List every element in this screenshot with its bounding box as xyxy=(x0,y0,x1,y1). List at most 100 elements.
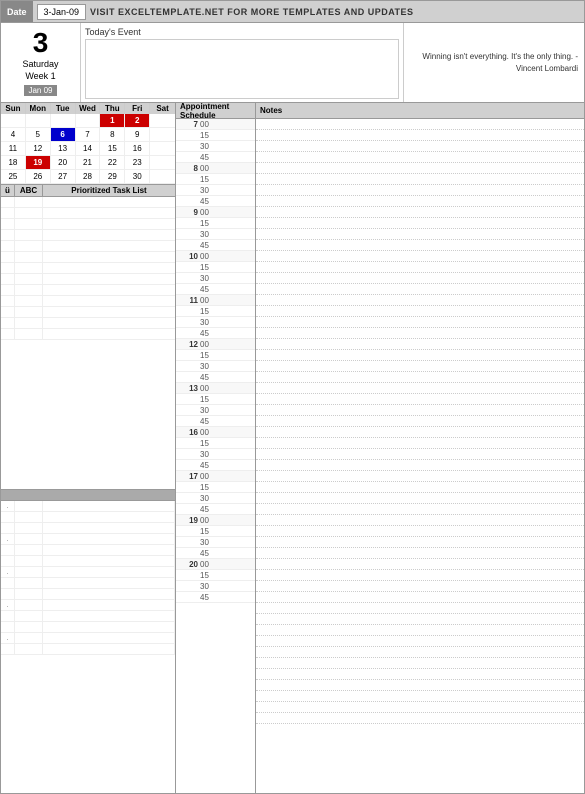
task-cell-lower[interactable]: . xyxy=(1,501,15,511)
task-cell-lower[interactable] xyxy=(43,534,175,544)
task-cell-lower[interactable] xyxy=(15,611,43,621)
cal-day-cell[interactable]: 28 xyxy=(76,170,101,184)
cal-day-cell[interactable] xyxy=(150,156,175,170)
task-cell-lower[interactable] xyxy=(15,545,43,555)
notes-row[interactable] xyxy=(256,196,584,207)
notes-row[interactable] xyxy=(256,449,584,460)
task-cell-lower[interactable] xyxy=(1,545,15,555)
task-cell[interactable] xyxy=(43,296,175,306)
notes-row[interactable] xyxy=(256,559,584,570)
task-cell-lower[interactable] xyxy=(43,589,175,599)
task-cell-lower[interactable] xyxy=(43,633,175,643)
notes-row[interactable] xyxy=(256,416,584,427)
task-cell[interactable] xyxy=(43,208,175,218)
cal-day-cell[interactable]: 2 xyxy=(125,114,150,128)
schedule-time-row[interactable]: 1600 xyxy=(176,427,255,438)
task-cell[interactable] xyxy=(15,197,43,207)
task-cell[interactable] xyxy=(43,285,175,295)
schedule-time-row[interactable]: 800 xyxy=(176,163,255,174)
task-cell[interactable] xyxy=(15,252,43,262)
schedule-time-row[interactable]: 45 xyxy=(176,504,255,515)
task-cell-lower[interactable] xyxy=(43,501,175,511)
task-cell[interactable] xyxy=(43,241,175,251)
task-cell-lower[interactable] xyxy=(1,523,15,533)
notes-row[interactable] xyxy=(256,207,584,218)
task-cell[interactable] xyxy=(1,208,15,218)
cal-day-cell[interactable]: 22 xyxy=(100,156,125,170)
task-cell[interactable] xyxy=(1,307,15,317)
task-cell-lower[interactable] xyxy=(1,611,15,621)
notes-row[interactable] xyxy=(256,691,584,702)
schedule-time-row[interactable]: 900 xyxy=(176,207,255,218)
task-cell[interactable] xyxy=(43,219,175,229)
task-cell-lower[interactable] xyxy=(15,556,43,566)
notes-row[interactable] xyxy=(256,526,584,537)
notes-row[interactable] xyxy=(256,130,584,141)
task-cell[interactable] xyxy=(15,230,43,240)
cal-day-cell[interactable] xyxy=(150,170,175,184)
notes-row[interactable] xyxy=(256,680,584,691)
cal-day-cell[interactable]: 6 xyxy=(51,128,76,142)
schedule-time-row[interactable]: 15 xyxy=(176,438,255,449)
task-cell-lower[interactable] xyxy=(1,622,15,632)
task-cell-lower[interactable]: . xyxy=(1,633,15,643)
schedule-time-row[interactable]: 1100 xyxy=(176,295,255,306)
task-cell-lower[interactable] xyxy=(43,512,175,522)
cal-day-cell[interactable]: 27 xyxy=(51,170,76,184)
schedule-time-row[interactable]: 45 xyxy=(176,372,255,383)
task-cell-lower[interactable]: . xyxy=(1,600,15,610)
notes-row[interactable] xyxy=(256,350,584,361)
task-cell[interactable] xyxy=(43,329,175,339)
notes-row[interactable] xyxy=(256,713,584,724)
task-cell-lower[interactable] xyxy=(43,556,175,566)
task-cell-lower[interactable] xyxy=(1,578,15,588)
task-cell[interactable] xyxy=(15,219,43,229)
task-cell[interactable] xyxy=(1,263,15,273)
notes-row[interactable] xyxy=(256,592,584,603)
schedule-time-row[interactable]: 30 xyxy=(176,405,255,416)
task-cell[interactable] xyxy=(15,285,43,295)
cal-day-cell[interactable]: 23 xyxy=(125,156,150,170)
schedule-time-row[interactable]: 2000 xyxy=(176,559,255,570)
task-cell[interactable] xyxy=(1,230,15,240)
notes-row[interactable] xyxy=(256,482,584,493)
cal-day-cell[interactable]: 12 xyxy=(26,142,51,156)
schedule-time-row[interactable]: 45 xyxy=(176,196,255,207)
task-cell[interactable] xyxy=(1,219,15,229)
notes-row[interactable] xyxy=(256,229,584,240)
task-cell-lower[interactable] xyxy=(15,512,43,522)
task-cell-lower[interactable] xyxy=(15,622,43,632)
notes-row[interactable] xyxy=(256,174,584,185)
cal-day-cell[interactable]: 20 xyxy=(51,156,76,170)
cal-day-cell[interactable]: 9 xyxy=(125,128,150,142)
cal-day-cell[interactable]: 21 xyxy=(76,156,101,170)
schedule-time-row[interactable]: 30 xyxy=(176,273,255,284)
notes-row[interactable] xyxy=(256,581,584,592)
schedule-time-row[interactable]: 15 xyxy=(176,262,255,273)
schedule-time-row[interactable]: 1200 xyxy=(176,339,255,350)
notes-row[interactable] xyxy=(256,383,584,394)
schedule-time-row[interactable]: 1300 xyxy=(176,383,255,394)
notes-row[interactable] xyxy=(256,339,584,350)
schedule-time-row[interactable]: 45 xyxy=(176,548,255,559)
cal-day-cell[interactable] xyxy=(150,128,175,142)
notes-row[interactable] xyxy=(256,669,584,680)
cal-day-cell[interactable] xyxy=(51,114,76,128)
notes-row[interactable] xyxy=(256,658,584,669)
schedule-time-row[interactable]: 1000 xyxy=(176,251,255,262)
schedule-time-row[interactable]: 30 xyxy=(176,449,255,460)
task-cell-lower[interactable] xyxy=(43,567,175,577)
date-value[interactable]: 3-Jan-09 xyxy=(37,4,87,20)
cal-day-cell[interactable]: 11 xyxy=(1,142,26,156)
notes-row[interactable] xyxy=(256,163,584,174)
schedule-time-row[interactable]: 15 xyxy=(176,482,255,493)
cal-day-cell[interactable]: 7 xyxy=(76,128,101,142)
notes-row[interactable] xyxy=(256,328,584,339)
task-cell[interactable] xyxy=(15,329,43,339)
notes-row[interactable] xyxy=(256,273,584,284)
schedule-time-row[interactable]: 30 xyxy=(176,317,255,328)
schedule-time-row[interactable]: 45 xyxy=(176,328,255,339)
task-cell[interactable] xyxy=(43,274,175,284)
task-cell-lower[interactable] xyxy=(43,600,175,610)
notes-row[interactable] xyxy=(256,317,584,328)
